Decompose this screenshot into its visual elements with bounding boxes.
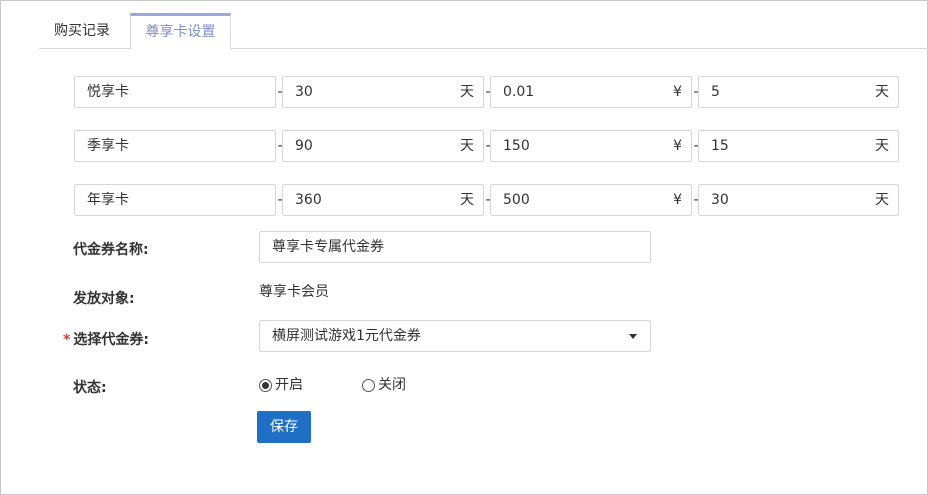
voucher-name-label: 代金券名称: bbox=[73, 242, 149, 258]
radio-unchecked-icon bbox=[362, 378, 375, 392]
target-value: 尊享卡会员 bbox=[259, 284, 329, 300]
card-row: 悦享卡 - 30 天 - 0.01 ¥ - 5天 bbox=[74, 76, 899, 108]
price-unit: ¥ bbox=[673, 192, 682, 208]
card-name-field[interactable]: 年享卡 bbox=[74, 184, 276, 216]
card-days-field[interactable]: 360 天 bbox=[282, 184, 484, 216]
bonus-unit: 天 bbox=[875, 192, 889, 208]
card-bonus-field[interactable]: 30 天 bbox=[698, 184, 899, 216]
app-frame: 购买记录 尊享卡设置 悦享卡 - 30 天 - 0.01 ¥ - 5天 季享卡 - … bbox=[0, 0, 928, 495]
bonus-unit: 天 bbox=[875, 138, 889, 154]
card-days-value: 360 bbox=[295, 192, 322, 208]
card-price-value: 0.01 bbox=[503, 84, 535, 100]
status-off-label: 关闭 bbox=[378, 377, 406, 393]
voucher-name-input[interactable]: 尊享卡专属代金券 bbox=[259, 231, 651, 263]
card-days-field[interactable]: 30 天 bbox=[282, 76, 484, 108]
card-bonus-value: 5 bbox=[711, 84, 720, 100]
tab-purchase-records[interactable]: 购买记录 bbox=[54, 13, 110, 49]
card-row: 季享卡 - 90 天 - 150 ¥ - 15 天 bbox=[74, 130, 899, 162]
card-bonus-field[interactable]: 15 天 bbox=[698, 130, 899, 162]
card-price-field[interactable]: 150 ¥ bbox=[490, 130, 692, 162]
days-unit: 天 bbox=[460, 138, 474, 154]
voucher-select[interactable]: 横屏测试游戏1元代金券 bbox=[259, 320, 651, 352]
card-price-field[interactable]: 0.01 ¥ bbox=[490, 76, 692, 108]
voucher-select-value: 横屏测试游戏1元代金券 bbox=[272, 328, 421, 344]
status-on-radio[interactable]: 开启 bbox=[259, 377, 303, 393]
card-bonus-field[interactable]: 5天 bbox=[698, 76, 899, 108]
card-name-value: 季享卡 bbox=[87, 138, 129, 154]
card-price-value: 150 bbox=[503, 138, 530, 154]
days-unit: 天 bbox=[460, 192, 474, 208]
status-off-radio[interactable]: 关闭 bbox=[362, 377, 406, 393]
select-voucher-label-wrap: * 选择代金券: bbox=[63, 329, 149, 349]
price-unit: ¥ bbox=[673, 84, 682, 100]
card-bonus-value: 30 bbox=[711, 192, 729, 208]
tab-bar: 购买记录 尊享卡设置 bbox=[39, 13, 928, 50]
card-days-field[interactable]: 90 天 bbox=[282, 130, 484, 162]
card-days-value: 30 bbox=[295, 84, 313, 100]
card-price-field[interactable]: 500 ¥ bbox=[490, 184, 692, 216]
card-name-value: 悦享卡 bbox=[87, 84, 129, 100]
chevron-down-icon bbox=[629, 334, 637, 339]
card-name-field[interactable]: 季享卡 bbox=[74, 130, 276, 162]
status-label: 状态: bbox=[73, 380, 107, 396]
card-row: 年享卡 - 360 天 - 500 ¥ - 30 天 bbox=[74, 184, 899, 216]
required-mark: * bbox=[63, 332, 71, 348]
status-on-label: 开启 bbox=[275, 377, 303, 393]
bonus-unit: 天 bbox=[875, 84, 889, 100]
select-voucher-label: 选择代金券: bbox=[73, 332, 149, 348]
card-bonus-value: 15 bbox=[711, 138, 729, 154]
target-label: 发放对象: bbox=[73, 291, 135, 307]
card-name-field[interactable]: 悦享卡 bbox=[74, 76, 276, 108]
save-button[interactable]: 保存 bbox=[257, 411, 311, 443]
card-name-value: 年享卡 bbox=[87, 192, 129, 208]
voucher-name-value: 尊享卡专属代金券 bbox=[272, 239, 384, 255]
days-unit: 天 bbox=[460, 84, 474, 100]
card-days-value: 90 bbox=[295, 138, 313, 154]
radio-checked-icon bbox=[259, 378, 272, 392]
price-unit: ¥ bbox=[673, 138, 682, 154]
tab-card-settings[interactable]: 尊享卡设置 bbox=[130, 13, 231, 50]
card-price-value: 500 bbox=[503, 192, 530, 208]
